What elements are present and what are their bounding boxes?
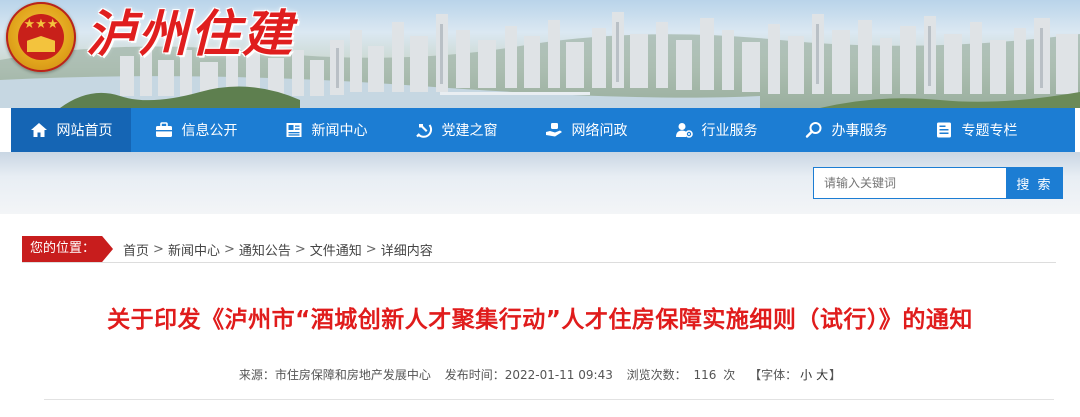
source-meta: 来源：市住房保障和房地产发展中心 (239, 368, 431, 382)
breadcrumb-separator: > (223, 241, 235, 257)
user-gear-icon (675, 121, 693, 139)
newspaper-icon (285, 121, 303, 139)
nav-industry-service[interactable]: 行业服务 (651, 108, 781, 152)
nav-label: 办事服务 (831, 123, 888, 139)
search-button[interactable]: 搜 索 (1006, 167, 1063, 199)
nav-label: 网络问政 (571, 123, 628, 139)
main-nav: 网站首页 信息公开 新闻中心 党建之窗 网络问政 行业服务 办事服务 专题专栏 (11, 108, 1075, 152)
breadcrumb-separator: > (294, 241, 306, 257)
font-small-button[interactable]: 小 (800, 368, 812, 382)
meta-divider (44, 399, 1054, 400)
search-icon (805, 121, 823, 139)
font-size-close: 】 (829, 368, 842, 382)
article-panel: 您的位置： 首页 > 新闻中心 > 通知公告 > 文件通知 > 详细内容 关于印… (8, 214, 1072, 417)
breadcrumb-notices[interactable]: 通知公告 (239, 240, 291, 259)
breadcrumb-separator: > (365, 241, 377, 257)
source-value: 市住房保障和房地产发展中心 (274, 368, 431, 382)
national-emblem-logo[interactable]: ★★★ (6, 2, 76, 72)
nav-label: 信息公开 (181, 123, 238, 139)
article-title: 关于印发《泸州市“酒城创新人才聚集行动”人才住房保障实施细则（试行）》的通知 (107, 307, 973, 333)
nav-label: 行业服务 (701, 123, 758, 139)
special-topic-icon (935, 121, 953, 139)
publish-time-meta: 发布时间：2022-01-11 09:43 (445, 368, 613, 382)
nav-label: 专题专栏 (961, 123, 1018, 139)
header-banner: ★★★ 泸州住建 (0, 0, 1080, 108)
breadcrumb-divider (22, 262, 1056, 263)
hammer-sickle-icon (415, 121, 433, 139)
views-count: 116 (693, 368, 717, 382)
nav-news-center[interactable]: 新闻中心 (261, 108, 391, 152)
briefcase-icon (155, 121, 173, 139)
breadcrumb-news-center[interactable]: 新闻中心 (168, 240, 220, 259)
nav-online-inquiry[interactable]: 网络问政 (521, 108, 651, 152)
nav-label: 党建之窗 (441, 123, 498, 139)
search-input[interactable] (813, 167, 1007, 199)
home-icon (30, 121, 48, 139)
publish-time-label: 发布时间： (444, 368, 505, 382)
site-title[interactable]: 泸州住建 (86, 2, 294, 66)
breadcrumb-document-notices[interactable]: 文件通知 (310, 240, 362, 259)
breadcrumb-home[interactable]: 首页 (123, 240, 149, 259)
location-label: 您的位置： (22, 236, 114, 262)
nav-label: 新闻中心 (311, 123, 368, 139)
nav-home[interactable]: 网站首页 (11, 108, 131, 152)
views-meta: 浏览次数： 116 次 (627, 368, 736, 382)
article-meta: 来源：市住房保障和房地产发展中心 发布时间：2022-01-11 09:43 浏… (8, 366, 1072, 383)
nav-special-topics[interactable]: 专题专栏 (911, 108, 1041, 152)
source-label: 来源： (238, 368, 275, 382)
views-label: 浏览次数： (626, 368, 687, 382)
nav-info-disclosure[interactable]: 信息公开 (131, 108, 261, 152)
nav-label: 网站首页 (56, 123, 113, 139)
breadcrumb: 您的位置： 首页 > 新闻中心 > 通知公告 > 文件通知 > 详细内容 (22, 236, 433, 262)
publish-time-value: 2022-01-11 09:43 (504, 368, 613, 382)
font-size-label: 【字体： (749, 368, 798, 382)
font-large-button[interactable]: 大 (816, 368, 828, 382)
hand-icon (545, 121, 563, 139)
views-unit: 次 (723, 368, 736, 382)
font-size-control: 【字体：小大】 (749, 368, 841, 382)
nav-party-building[interactable]: 党建之窗 (391, 108, 521, 152)
breadcrumb-separator: > (153, 241, 164, 257)
breadcrumb-detail[interactable]: 详细内容 (381, 240, 433, 259)
nav-affairs-service[interactable]: 办事服务 (781, 108, 911, 152)
